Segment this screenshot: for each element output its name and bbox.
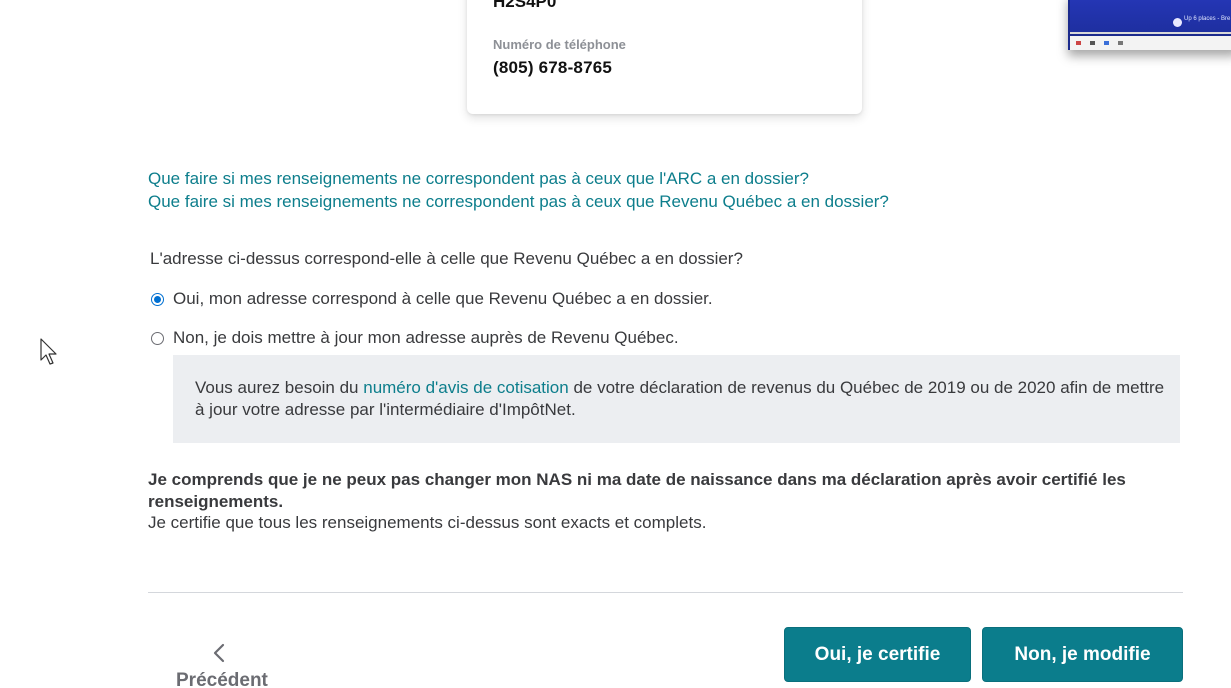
thumbnail-text: Up 6 places - Bre: [1184, 16, 1231, 22]
avatar: [1173, 18, 1182, 27]
certification-warning: Je comprends que je ne peux pas changer …: [148, 470, 1126, 511]
address-card: H2S4P0 Numéro de téléphone (805) 678-876…: [467, 0, 862, 114]
taskbar-icon: [1076, 41, 1081, 45]
revenu-quebec-mismatch-link[interactable]: Que faire si mes renseignements ne corre…: [148, 192, 889, 212]
taskbar-icon: [1090, 41, 1095, 45]
mouse-pointer-icon: [40, 338, 57, 365]
certification-statement: Je certifie que tous les renseignements …: [148, 513, 707, 532]
arc-mismatch-link[interactable]: Que faire si mes renseignements ne corre…: [148, 169, 809, 189]
radio-option-yes[interactable]: Oui, mon adresse correspond à celle que …: [151, 289, 713, 309]
divider: [148, 592, 1183, 593]
screenshot-thumbnail[interactable]: Up 6 places - Bre: [1068, 0, 1231, 50]
taskbar-icon: [1118, 41, 1123, 45]
info-text-before: Vous aurez besoin du: [195, 378, 364, 397]
phone-value: (805) 678-8765: [493, 58, 613, 77]
radio-option-no[interactable]: Non, je dois mettre à jour mon adresse a…: [151, 328, 679, 348]
certify-button[interactable]: Oui, je certifie: [784, 627, 971, 682]
postal-code: H2S4P0: [493, 0, 557, 11]
thumbnail-screen: Up 6 places - Bre: [1070, 0, 1231, 34]
previous-label: Précédent: [176, 670, 268, 688]
assessment-notice-link[interactable]: numéro d'avis de cotisation: [363, 378, 568, 397]
thumbnail-taskbar: [1070, 36, 1231, 50]
taskbar-icon: [1104, 41, 1109, 45]
info-box: Vous aurez besoin du numéro d'avis de co…: [173, 355, 1180, 443]
previous-button[interactable]: Précédent: [176, 640, 272, 688]
chevron-left-icon: [213, 643, 225, 663]
page: H2S4P0 Numéro de téléphone (805) 678-876…: [0, 0, 1231, 688]
phone-label: Numéro de téléphone: [493, 37, 626, 52]
radio-no[interactable]: [151, 331, 164, 345]
radio-no-label[interactable]: Non, je dois mettre à jour mon adresse a…: [173, 328, 679, 348]
address-question: L'adresse ci-dessus correspond-elle à ce…: [150, 249, 743, 268]
radio-yes[interactable]: [151, 292, 164, 306]
info-text: Vous aurez besoin du numéro d'avis de co…: [195, 377, 1165, 421]
modify-button[interactable]: Non, je modifie: [982, 627, 1183, 682]
radio-yes-label[interactable]: Oui, mon adresse correspond à celle que …: [173, 289, 713, 309]
